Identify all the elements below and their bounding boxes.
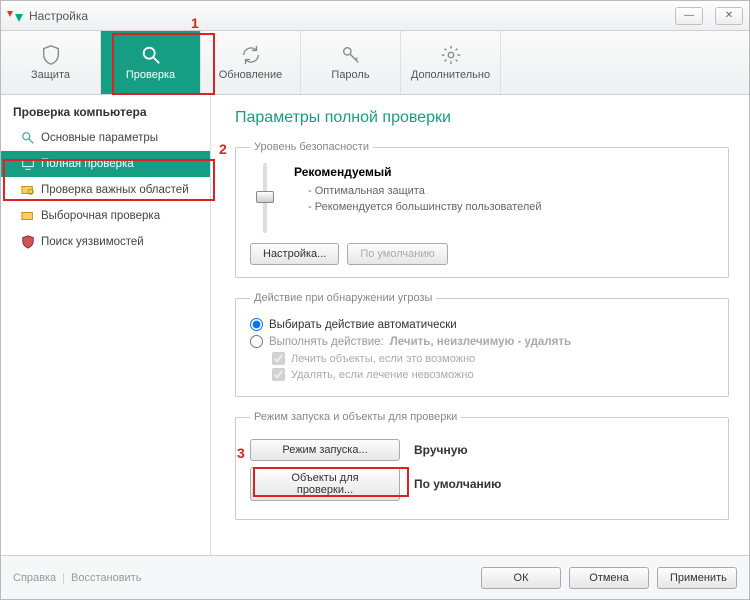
- action-check-delete: Удалять, если лечение невозможно: [272, 368, 714, 381]
- scan-objects-button[interactable]: Объекты для проверки...: [250, 467, 400, 501]
- close-button[interactable]: ✕: [715, 7, 743, 25]
- checkbox-label: Удалять, если лечение невозможно: [291, 369, 474, 381]
- settings-window: Настройка — ✕ Защита Проверка Обновление…: [0, 0, 750, 600]
- run-mode-group: Режим запуска и объекты для проверки Реж…: [235, 411, 729, 520]
- security-level-group: Уровень безопасности Рекомендуемый - Опт…: [235, 141, 729, 278]
- gear-icon: [440, 44, 462, 66]
- security-bullet: - Рекомендуется большинству пользователе…: [308, 201, 542, 213]
- window-buttons: — ✕: [675, 7, 743, 25]
- tab-password[interactable]: Пароль: [301, 31, 401, 94]
- divider: |: [62, 572, 65, 584]
- threat-action-group: Действие при обнаружении угрозы Выбирать…: [235, 292, 729, 397]
- sidebar-item-critical[interactable]: Проверка важных областей: [1, 177, 210, 203]
- action-radio-manual[interactable]: Выполнять действие: Лечить, неизлечимую …: [250, 335, 714, 348]
- radio-label-value: Лечить, неизлечимую - удалять: [390, 336, 571, 348]
- checkbox-input: [272, 352, 285, 365]
- toolbar-tabs: Защита Проверка Обновление Пароль Дополн…: [1, 31, 749, 95]
- refresh-icon: [240, 44, 262, 66]
- checkbox-input: [272, 368, 285, 381]
- content: Проверка компьютера Основные параметры П…: [1, 95, 749, 555]
- sidebar-item-vuln[interactable]: Поиск уязвимостей: [1, 229, 210, 255]
- tab-protection[interactable]: Защита: [1, 31, 101, 94]
- annotation-marker: 1: [191, 15, 199, 31]
- page-title: Параметры полной проверки: [235, 109, 729, 127]
- sidebar-item-label: Поиск уязвимостей: [41, 236, 144, 248]
- run-mode-value: Вручную: [414, 443, 468, 457]
- magnifier-icon: [21, 131, 35, 145]
- annotation-marker: 2: [219, 141, 227, 157]
- minimize-button[interactable]: —: [675, 7, 703, 25]
- slider-thumb[interactable]: [256, 191, 274, 203]
- window-title: Настройка: [29, 9, 88, 23]
- apply-button[interactable]: Применить: [657, 567, 737, 589]
- folder-icon: [21, 209, 35, 223]
- sidebar-item-custom[interactable]: Выборочная проверка: [1, 203, 210, 229]
- action-radio-auto[interactable]: Выбирать действие автоматически: [250, 318, 714, 331]
- tab-label: Обновление: [219, 69, 283, 81]
- sidebar-heading: Проверка компьютера: [13, 105, 210, 119]
- radio-input[interactable]: [250, 318, 263, 331]
- scan-objects-value: По умолчанию: [414, 477, 501, 491]
- tab-label: Дополнительно: [411, 69, 490, 81]
- magnifier-icon: [140, 44, 162, 66]
- tab-label: Проверка: [126, 69, 175, 81]
- folder-search-icon: [21, 183, 35, 197]
- shield-icon: [40, 44, 62, 66]
- action-check-cure: Лечить объекты, если это возможно: [272, 352, 714, 365]
- security-description: Рекомендуемый - Оптимальная защита - Рек…: [294, 163, 542, 213]
- annotation-marker: 3: [237, 445, 245, 461]
- help-link[interactable]: Справка: [13, 572, 56, 584]
- sidebar-item-fullscan[interactable]: Полная проверка: [1, 151, 210, 177]
- radio-label: Выбирать действие автоматически: [269, 319, 457, 331]
- sidebar: Проверка компьютера Основные параметры П…: [1, 95, 211, 555]
- group-legend: Уровень безопасности: [250, 141, 373, 153]
- security-bullet: - Оптимальная защита: [308, 185, 542, 197]
- checkbox-label: Лечить объекты, если это возможно: [291, 353, 475, 365]
- tab-advanced[interactable]: Дополнительно: [401, 31, 501, 94]
- titlebar: Настройка — ✕: [1, 1, 749, 31]
- computer-icon: [21, 157, 35, 171]
- security-settings-button[interactable]: Настройка...: [250, 243, 339, 265]
- sidebar-item-label: Полная проверка: [41, 158, 134, 170]
- key-icon: [340, 44, 362, 66]
- restore-link[interactable]: Восстановить: [71, 572, 141, 584]
- sidebar-item-label: Основные параметры: [41, 132, 158, 144]
- radio-input[interactable]: [250, 335, 263, 348]
- cancel-button[interactable]: Отмена: [569, 567, 649, 589]
- run-mode-button[interactable]: Режим запуска...: [250, 439, 400, 461]
- sidebar-item-label: Проверка важных областей: [41, 184, 189, 196]
- sidebar-item-basic[interactable]: Основные параметры: [1, 125, 210, 151]
- group-legend: Режим запуска и объекты для проверки: [250, 411, 461, 423]
- sidebar-item-label: Выборочная проверка: [41, 210, 160, 222]
- tab-update[interactable]: Обновление: [201, 31, 301, 94]
- tab-label: Защита: [31, 69, 70, 81]
- security-slider[interactable]: [254, 163, 276, 233]
- tab-label: Пароль: [331, 69, 369, 81]
- shield-alert-icon: [21, 235, 35, 249]
- tab-scan[interactable]: Проверка: [101, 31, 201, 94]
- group-legend: Действие при обнаружении угрозы: [250, 292, 436, 304]
- radio-label-prefix: Выполнять действие:: [269, 336, 384, 348]
- ok-button[interactable]: ОК: [481, 567, 561, 589]
- footer: Справка | Восстановить ОК Отмена Примени…: [1, 555, 749, 599]
- security-level-name: Рекомендуемый: [294, 165, 392, 179]
- kaspersky-logo-icon: [7, 8, 23, 24]
- security-default-button[interactable]: По умолчанию: [347, 243, 447, 265]
- main-panel: Параметры полной проверки Уровень безопа…: [211, 95, 749, 555]
